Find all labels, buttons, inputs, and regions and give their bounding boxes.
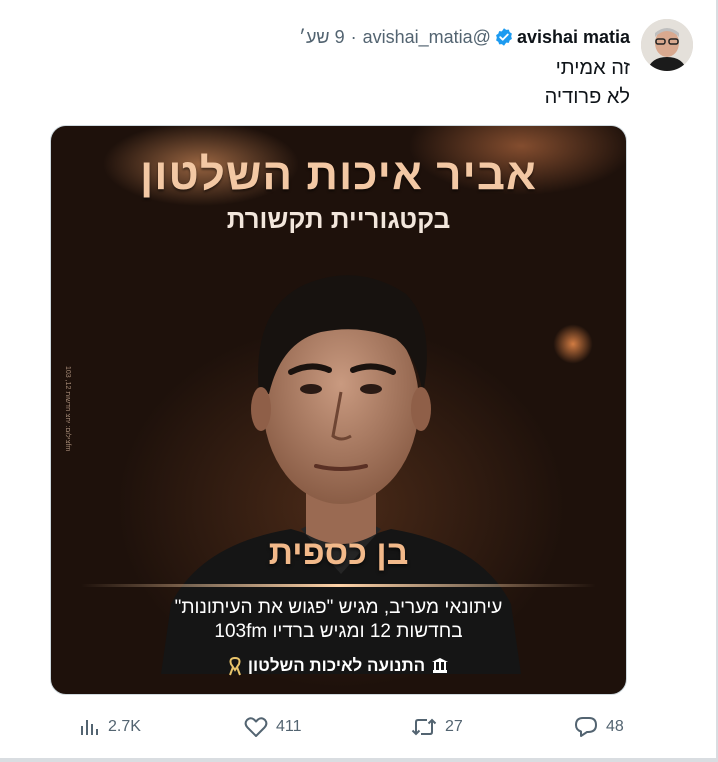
person-description: עיתונאי מעריב, מגיש "פגוש את העיתונות" ב… [51,596,626,644]
like-button[interactable]: 411 [244,712,302,742]
avatar[interactable] [641,19,693,71]
author-handle[interactable]: @avishai_matia [363,27,491,48]
yellow-ribbon-icon [228,656,242,676]
promo-subtitle: בקטגוריית תקשורת [226,204,451,234]
retweet-button[interactable]: 27 [411,712,463,742]
tweet-header: avishai matia @avishai_matia · 9 שע׳ [299,26,630,48]
photo-credit: צילום: יחצ חדשות 12, 103fm [64,366,71,452]
heart-icon [244,716,268,738]
header-separator: · [350,26,357,47]
views-count: 2.7K [108,718,141,735]
verified-badge-icon [494,27,514,47]
description-line: בחדשות 12 ומגיש ברדיו 103fm [214,621,463,642]
tweet-text-line: לא פרודיה [544,86,630,108]
person-name: בן כספית [268,534,409,572]
views-button[interactable]: 2.7K [78,712,141,742]
avatar-portrait [641,19,693,71]
window-bottom-edge [0,758,718,762]
tweet-text-line: זה אמיתי [555,57,630,79]
organization-row: התנועה לאיכות השלטון [51,656,626,676]
retweets-count: 27 [445,718,463,735]
tweet-text: זה אמיתי לא פרודיה [230,54,630,112]
likes-count: 411 [276,718,302,735]
retweet-icon [411,716,437,738]
tweet-actions: 2.7K 411 27 48 [0,712,718,742]
tweet-timestamp[interactable]: 9 שע׳ [299,27,345,48]
decorative-glow-line [81,584,596,587]
views-icon [78,716,100,738]
tweet-media-image[interactable]: אביר איכות השלטון בקטגוריית תקשורת צילום… [50,125,627,695]
author-display-name[interactable]: avishai matia [517,27,630,48]
organization-logo-icon [431,657,449,675]
promo-title: אביר איכות השלטון [139,150,537,199]
reply-bubble-icon [574,716,598,738]
reply-button[interactable]: 48 [574,712,624,742]
organization-name: התנועה לאיכות השלטון [247,656,426,675]
replies-count: 48 [606,718,624,735]
description-line: עיתונאי מעריב, מגיש "פגוש את העיתונות" [174,597,503,618]
